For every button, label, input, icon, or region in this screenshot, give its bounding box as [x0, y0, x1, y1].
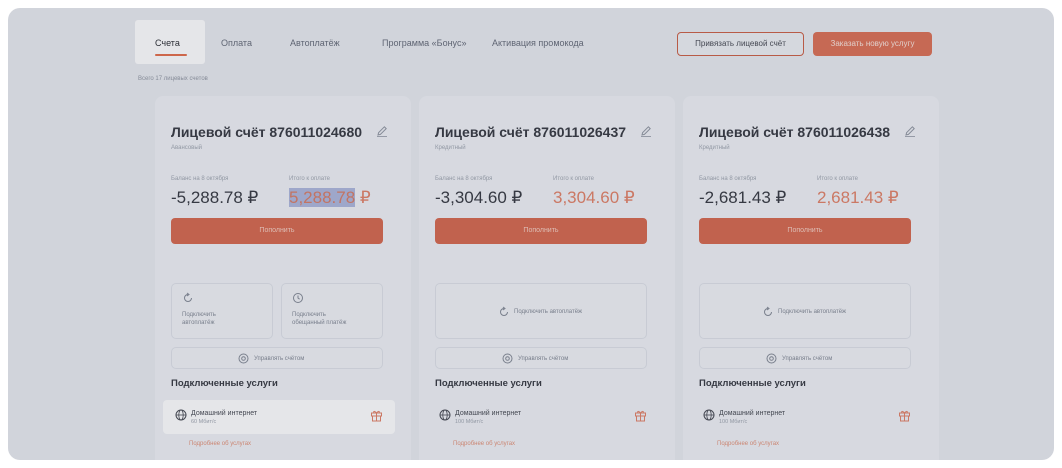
- due-currency: ₽: [619, 188, 635, 207]
- balance-value: -5,288.78 ₽: [171, 188, 259, 207]
- balance-label: Баланс на 8 октября: [435, 176, 493, 182]
- service-item[interactable]: Домашний интернет 100 Мбит/с: [427, 400, 659, 434]
- balance-value: -3,304.60 ₽: [435, 188, 523, 207]
- balance-label: Баланс на 8 октября: [699, 176, 757, 182]
- account-type: Кредитный: [699, 145, 730, 151]
- top-up-button[interactable]: Пополнить: [171, 218, 383, 244]
- gear-icon: [502, 353, 513, 364]
- tab-promo-activation[interactable]: Активация промокода: [492, 38, 584, 48]
- tab-payment[interactable]: Оплата: [221, 38, 252, 48]
- promised-payment-label: Подключить обещанный платёж: [292, 312, 347, 326]
- due-label: Итого к оплате: [289, 176, 330, 182]
- gear-icon: [238, 353, 249, 364]
- refresh-icon: [498, 306, 510, 318]
- promised-payment-option[interactable]: Подключить обещанный платёж: [281, 283, 383, 339]
- manage-account-button[interactable]: Управлять счётом: [435, 347, 647, 369]
- account-type: Кредитный: [435, 145, 466, 151]
- balance-value: -2,681.43 ₽: [699, 188, 787, 207]
- connected-services-title: Подключенные услуги: [435, 378, 542, 389]
- account-title: Лицевой счёт 876011026438: [699, 124, 891, 140]
- service-item[interactable]: Домашний интернет 60 Мбит/с: [163, 400, 395, 434]
- active-tab-indicator: [155, 54, 187, 56]
- autopay-option-label: Подключить автоплатёж: [778, 309, 847, 315]
- order-service-button[interactable]: Заказать новую услугу: [813, 32, 932, 56]
- due-value: 2,681.43: [817, 188, 884, 207]
- connected-services-title: Подключенные услуги: [699, 378, 806, 389]
- autopay-option-label: Подключить автоплатёж: [182, 312, 216, 326]
- tab-bonus-program[interactable]: Программа «Бонус»: [382, 38, 466, 48]
- service-name: Домашний интернет: [719, 410, 786, 417]
- service-item[interactable]: Домашний интернет 100 Мбит/с: [691, 400, 923, 434]
- tab-autopay[interactable]: Автоплатёж: [290, 38, 340, 48]
- service-name: Домашний интернет: [455, 410, 522, 417]
- manage-account-label: Управлять счётом: [518, 356, 569, 362]
- autopay-option-label: Подключить автоплатёж: [514, 309, 583, 315]
- connected-services-title: Подключенные услуги: [171, 378, 278, 389]
- due-amount: 3,304.60 ₽: [553, 188, 635, 208]
- due-amount: 5,288.78 ₽: [289, 188, 371, 208]
- due-value: 3,304.60: [553, 188, 620, 207]
- service-name: Домашний интернет: [191, 410, 258, 417]
- account-title: Лицевой счёт 876011026437: [435, 124, 627, 140]
- service-details-link[interactable]: Подробнее об услугах: [717, 441, 779, 447]
- gear-icon: [766, 353, 777, 364]
- autopay-option[interactable]: Подключить автоплатёж: [699, 283, 911, 339]
- refresh-icon: [762, 306, 774, 318]
- autopay-option[interactable]: Подключить автоплатёж: [435, 283, 647, 339]
- service-details-link[interactable]: Подробнее об услугах: [189, 441, 251, 447]
- service-speed: 100 Мбит/с: [719, 419, 748, 425]
- app-frame: Счета Оплата Автоплатёж Программа «Бонус…: [8, 8, 1054, 460]
- account-type: Авансовый: [171, 145, 203, 151]
- due-label: Итого к оплате: [817, 176, 858, 182]
- globe-icon: [703, 409, 715, 421]
- total-accounts-count: Всего 17 лицевых счетов: [138, 76, 208, 82]
- globe-icon: [439, 409, 451, 421]
- refresh-icon: [182, 292, 194, 304]
- service-details-link[interactable]: Подробнее об услугах: [453, 441, 515, 447]
- edit-icon[interactable]: [375, 124, 389, 138]
- due-currency: ₽: [355, 188, 371, 207]
- due-value-selected: 5,288.78: [289, 188, 356, 207]
- clock-icon: [292, 292, 304, 304]
- gift-icon[interactable]: [898, 409, 911, 422]
- top-up-button[interactable]: Пополнить: [435, 218, 647, 244]
- autopay-option[interactable]: Подключить автоплатёж: [171, 283, 273, 339]
- account-title: Лицевой счёт 876011024680: [171, 124, 363, 140]
- service-speed: 100 Мбит/с: [455, 419, 484, 425]
- due-label: Итого к оплате: [553, 176, 594, 182]
- globe-icon: [175, 409, 187, 421]
- tab-accounts-label: Счета: [155, 38, 180, 48]
- due-currency: ₽: [883, 188, 899, 207]
- edit-icon[interactable]: [903, 124, 917, 138]
- balance-label: Баланс на 8 октября: [171, 176, 229, 182]
- due-amount: 2,681.43 ₽: [817, 188, 899, 208]
- manage-account-button[interactable]: Управлять счётом: [699, 347, 911, 369]
- gift-icon[interactable]: [370, 409, 383, 422]
- account-card: Лицевой счёт 876011024680 Авансовый Бала…: [155, 96, 411, 460]
- manage-account-label: Управлять счётом: [254, 356, 305, 362]
- service-speed: 60 Мбит/с: [191, 419, 217, 425]
- edit-icon[interactable]: [639, 124, 653, 138]
- link-account-button[interactable]: Привязать лицевой счёт: [677, 32, 804, 56]
- manage-account-label: Управлять счётом: [782, 356, 833, 362]
- account-card: Лицевой счёт 876011026438 Кредитный Бала…: [683, 96, 939, 460]
- manage-account-button[interactable]: Управлять счётом: [171, 347, 383, 369]
- tab-accounts[interactable]: Счета: [135, 20, 205, 64]
- top-up-button[interactable]: Пополнить: [699, 218, 911, 244]
- gift-icon[interactable]: [634, 409, 647, 422]
- account-card: Лицевой счёт 876011026437 Кредитный Бала…: [419, 96, 675, 460]
